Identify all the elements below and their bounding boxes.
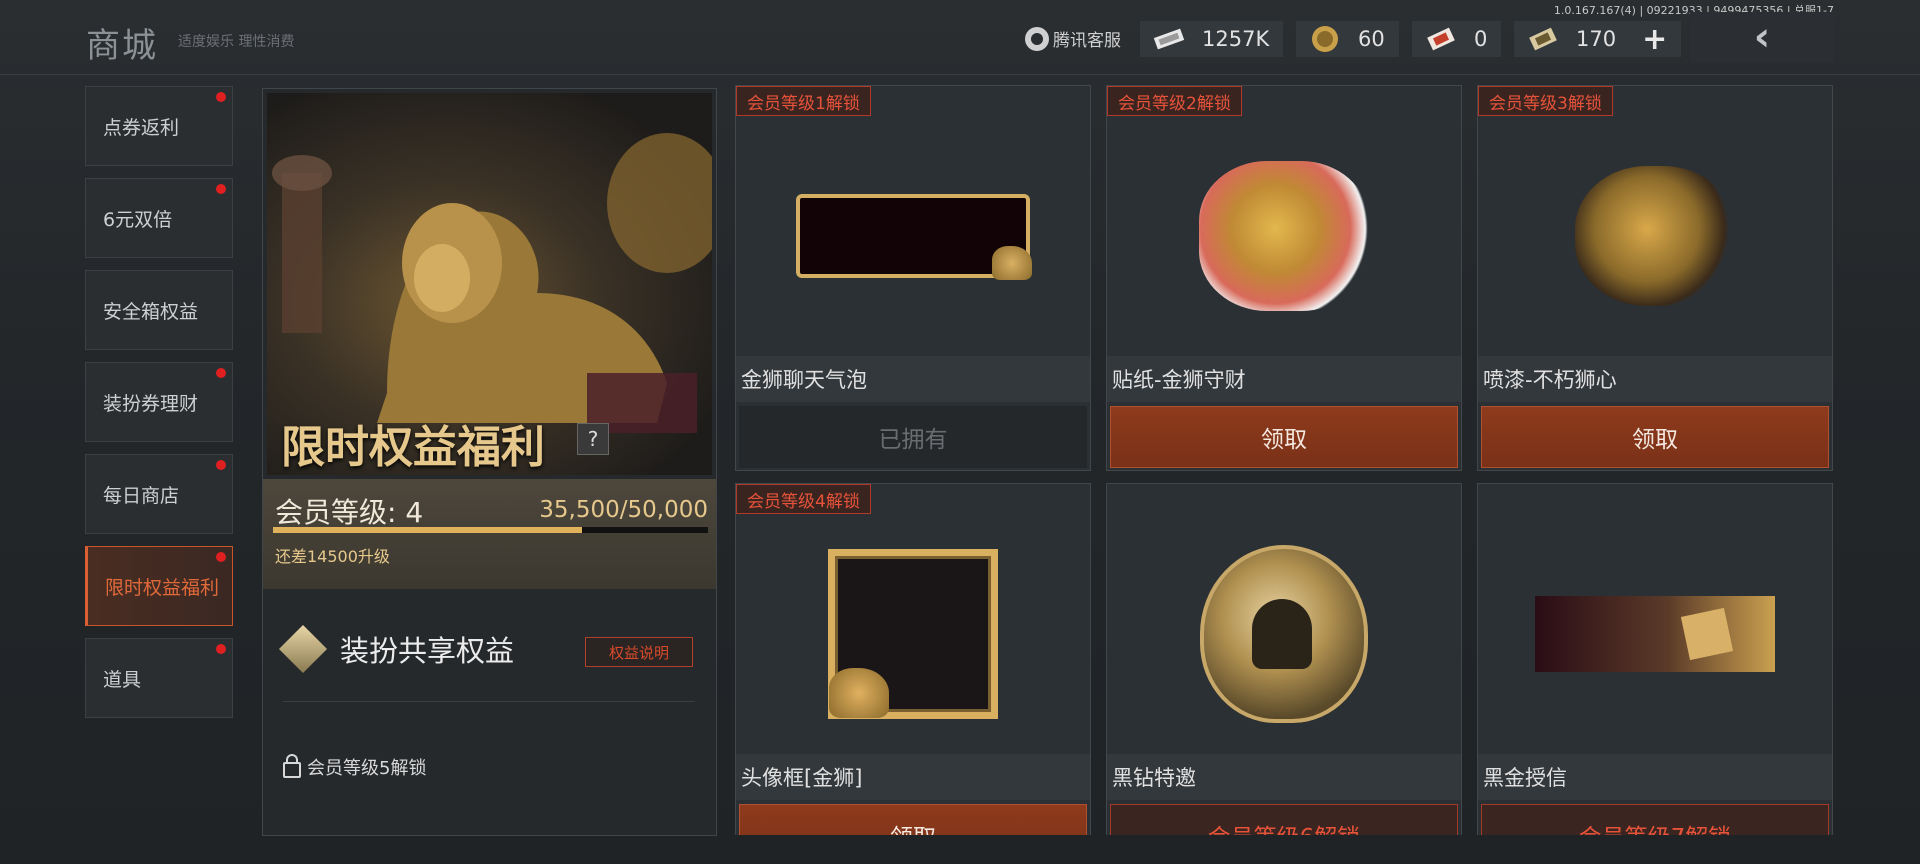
notification-dot <box>216 184 226 194</box>
voucher-value: 170 <box>1576 27 1617 51</box>
lion-emblem-icon <box>278 624 328 674</box>
sidebar-item-rebate[interactable]: 点券返利 <box>85 86 233 166</box>
customer-support-label: 腾讯客服 <box>1053 31 1121 51</box>
top-bar: 商城 适度娱乐 理性消费 1.0.167.167(4) | 09221933 |… <box>0 0 1920 75</box>
spartan-helmet-icon <box>1200 545 1368 723</box>
golden-lion-banner: 限时权益福利 ? <box>267 93 712 475</box>
shared-benefits-header: 装扮共享权益 <box>278 624 514 674</box>
sidebar-item-items[interactable]: 道具 <box>85 638 233 718</box>
reward-name: 金狮聊天气泡 <box>736 356 1090 402</box>
level-progress-bar <box>273 527 708 533</box>
shared-benefits-title: 装扮共享权益 <box>340 634 515 668</box>
reward-art <box>736 116 1090 356</box>
currency-voucher: 170 + <box>1514 21 1682 57</box>
sidebar-item-label: 安全箱权益 <box>103 300 199 323</box>
chevron-left-icon: ‹ <box>1753 14 1771 60</box>
notification-dot <box>216 368 226 378</box>
lion-sticker-icon <box>1199 161 1369 311</box>
add-currency-button[interactable]: + <box>1642 22 1667 57</box>
reward-name: 黑金授信 <box>1478 754 1832 800</box>
sidebar-item-safebox[interactable]: 安全箱权益 <box>85 270 233 350</box>
sidebar-item-label: 限时权益福利 <box>105 576 220 599</box>
gold-value: 60 <box>1358 27 1385 51</box>
currency-gold: 60 <box>1296 21 1399 57</box>
sidebar-item-daily-shop[interactable]: 每日商店 <box>85 454 233 534</box>
help-button[interactable]: ? <box>577 423 609 455</box>
cash-icon <box>1150 27 1188 51</box>
benefits-explain-button[interactable]: 权益说明 <box>585 637 693 667</box>
reward-name: 黑钻特邀 <box>1107 754 1461 800</box>
reward-card-spray: 会员等级3解锁 喷漆-不朽狮心 领取 <box>1477 85 1833 471</box>
ticket-icon <box>1422 27 1460 51</box>
notification-dot <box>216 460 226 470</box>
sidebar-item-label: 点券返利 <box>103 116 180 139</box>
unlock-level-badge: 会员等级2解锁 <box>1107 86 1242 116</box>
sidebar-item-label: 道具 <box>103 668 142 691</box>
reward-grid: 会员等级1解锁 金狮聊天气泡 已拥有 会员等级2解锁 贴纸-金狮守财 领取 会员… <box>735 85 1835 835</box>
reward-art <box>1107 116 1461 356</box>
reward-card-black-gold: 黑金授信 会员等级7解锁 <box>1477 483 1833 835</box>
promo-title: 限时权益福利 <box>281 422 545 473</box>
sidebar-item-double[interactable]: 6元双倍 <box>85 178 233 258</box>
reward-art <box>1107 514 1461 754</box>
reward-name: 头像框[金狮] <box>736 754 1090 800</box>
currency-cash: 1257K <box>1140 21 1284 57</box>
sidebar-item-label: 每日商店 <box>103 484 180 507</box>
customer-support-link[interactable]: 腾讯客服 <box>1025 26 1121 51</box>
notification-dot <box>216 92 226 102</box>
notification-dot <box>216 552 226 562</box>
reward-art <box>736 514 1090 754</box>
member-level-label: 会员等级: 4 <box>275 496 424 529</box>
lion-spray-icon <box>1575 166 1735 306</box>
black-gold-card-icon <box>1535 596 1775 672</box>
benefits-panel: 限时权益福利 ? 会员等级: 4 35,500/50,000 还差14500升级… <box>262 88 717 836</box>
lock-icon <box>283 754 301 778</box>
locked-benefit-text: 会员等级5解锁 <box>307 758 427 779</box>
member-level-section: 会员等级: 4 35,500/50,000 还差14500升级 <box>263 479 716 589</box>
sidebar-item-finance[interactable]: 装扮券理财 <box>85 362 233 442</box>
claim-button[interactable]: 领取 <box>1110 406 1458 468</box>
gold-coin-icon <box>1306 26 1344 52</box>
divider <box>283 701 695 702</box>
sidebar-item-limited-benefits[interactable]: 限时权益福利 <box>85 546 233 626</box>
ticket-value: 0 <box>1474 27 1488 51</box>
chat-bubble-icon <box>796 194 1032 280</box>
sidebar-item-label: 6元双倍 <box>103 208 173 231</box>
voucher-icon <box>1524 27 1562 51</box>
page-subtitle: 适度娱乐 理性消费 <box>178 34 295 50</box>
level-progress-fill <box>273 527 582 533</box>
reward-name: 喷漆-不朽狮心 <box>1478 356 1832 402</box>
unlock-level-badge: 会员等级1解锁 <box>736 86 871 116</box>
reward-card-sticker: 会员等级2解锁 贴纸-金狮守财 领取 <box>1106 85 1462 471</box>
cash-value: 1257K <box>1202 27 1270 51</box>
reward-art <box>1478 514 1832 754</box>
unlock-level-badge: 会员等级4解锁 <box>736 484 871 514</box>
unlock-level-badge: 会员等级3解锁 <box>1478 86 1613 116</box>
avatar-frame-icon <box>828 549 998 719</box>
reward-card-avatar-frame: 会员等级4解锁 头像框[金狮] 领取 <box>735 483 1091 835</box>
locked-benefit-row: 会员等级5解锁 <box>283 754 426 780</box>
owned-button: 已拥有 <box>739 406 1087 468</box>
claim-button[interactable]: 领取 <box>1481 406 1829 468</box>
sidebar-item-label: 装扮券理财 <box>103 392 199 415</box>
reward-card-chat-bubble: 会员等级1解锁 金狮聊天气泡 已拥有 <box>735 85 1091 471</box>
page-title: 商城 <box>86 26 158 66</box>
locked-button: 会员等级6解锁 <box>1110 804 1458 835</box>
reward-card-black-diamond: 黑钻特邀 会员等级6解锁 <box>1106 483 1462 835</box>
currency-ticket: 0 <box>1412 21 1502 57</box>
claim-button[interactable]: 领取 <box>739 804 1087 835</box>
upgrade-remaining-text: 还差14500升级 <box>275 547 390 566</box>
notification-dot <box>216 644 226 654</box>
reward-name: 贴纸-金狮守财 <box>1107 356 1461 402</box>
level-progress-text: 35,500/50,000 <box>539 497 708 523</box>
tencent-service-icon <box>1025 26 1049 51</box>
reward-art <box>1478 116 1832 356</box>
locked-button: 会员等级7解锁 <box>1481 804 1829 835</box>
back-button[interactable]: ‹ <box>1690 12 1834 62</box>
